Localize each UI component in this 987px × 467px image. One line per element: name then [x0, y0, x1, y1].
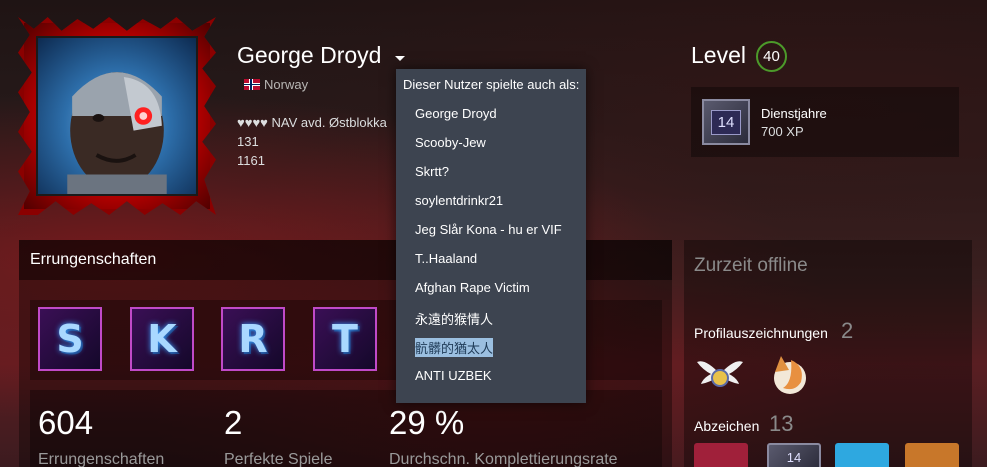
name-history-item[interactable]: Jeg Slår Kona - hu er VIF [415, 222, 562, 237]
name-history-item-selected[interactable]: 骯髒的猶太人 [415, 338, 494, 357]
achievement-tile[interactable]: T [313, 307, 377, 371]
stat-value: 29 % [389, 404, 465, 441]
stat-label: Perfekte Spiele [224, 451, 333, 467]
service-years-icon: 14 [702, 99, 750, 145]
service-years-title: Dienstjahre [761, 106, 827, 121]
fox-award-icon[interactable] [769, 352, 811, 396]
service-years-badge[interactable]: 14 Dienstjahre 700 XP [691, 87, 959, 157]
profile-name[interactable]: George Droyd [237, 42, 381, 69]
level-label: Level [691, 42, 746, 68]
achievement-tile[interactable]: K [130, 307, 194, 371]
name-history-header: Dieser Nutzer spielte auch als: [403, 77, 580, 92]
service-years-xp: 700 XP [761, 124, 804, 139]
avatar[interactable] [36, 36, 198, 196]
name-history-chevron-down-icon[interactable] [395, 56, 405, 61]
badge-thumb[interactable] [905, 443, 959, 467]
profile-awards-count[interactable]: 2 [841, 318, 853, 344]
level-value: 40 [763, 48, 780, 65]
badges-count[interactable]: 13 [769, 411, 793, 437]
name-history-item[interactable]: Afghan Rape Victim [415, 280, 530, 295]
achievements-title: Errungenschaften [30, 251, 157, 268]
country-label: Norway [264, 77, 309, 92]
avatar-image [67, 72, 167, 194]
badges-label[interactable]: Abzeichen [694, 418, 759, 434]
summary-line: 131 [237, 134, 259, 149]
profile-summary: ♥♥♥♥ NAV avd. Østblokka 131 1161 [237, 113, 387, 170]
name-history-item[interactable]: 永遠的猴情人 [415, 309, 493, 328]
stat-value: 604 [38, 404, 94, 441]
norway-flag-icon [244, 79, 260, 90]
name-history-item[interactable]: Scooby-Jew [415, 135, 486, 150]
name-history-item[interactable]: Skrtt? [415, 164, 449, 179]
name-history-item[interactable]: George Droyd [415, 106, 497, 121]
badge-thumb[interactable]: 14 [767, 443, 821, 467]
profile-awards-label[interactable]: Profilauszeichnungen [694, 325, 828, 341]
online-status: Zurzeit offline [694, 255, 808, 276]
name-history-item[interactable]: ANTI UZBEK [415, 368, 492, 383]
name-history-item[interactable]: T..Haaland [415, 251, 477, 266]
achievement-tile[interactable]: S [38, 307, 102, 371]
badge-thumb[interactable] [694, 443, 748, 467]
summary-line: ♥♥♥♥ NAV avd. Østblokka [237, 115, 387, 130]
name-history-item[interactable]: soylentdrinkr21 [415, 193, 503, 208]
summary-line: 1161 [237, 153, 265, 168]
profile-country: Norway [244, 77, 308, 92]
achievement-tile[interactable]: R [221, 307, 285, 371]
stat-label: Errungenschaften [38, 451, 165, 467]
stat-label: Durchschn. Komplettierungsrate [389, 451, 618, 467]
level-badge[interactable]: 40 [756, 41, 787, 72]
stat-value: 2 [224, 404, 243, 441]
winged-award-icon[interactable] [697, 356, 743, 392]
badge-thumb[interactable] [835, 443, 889, 467]
service-years-icon-value: 14 [710, 109, 742, 135]
